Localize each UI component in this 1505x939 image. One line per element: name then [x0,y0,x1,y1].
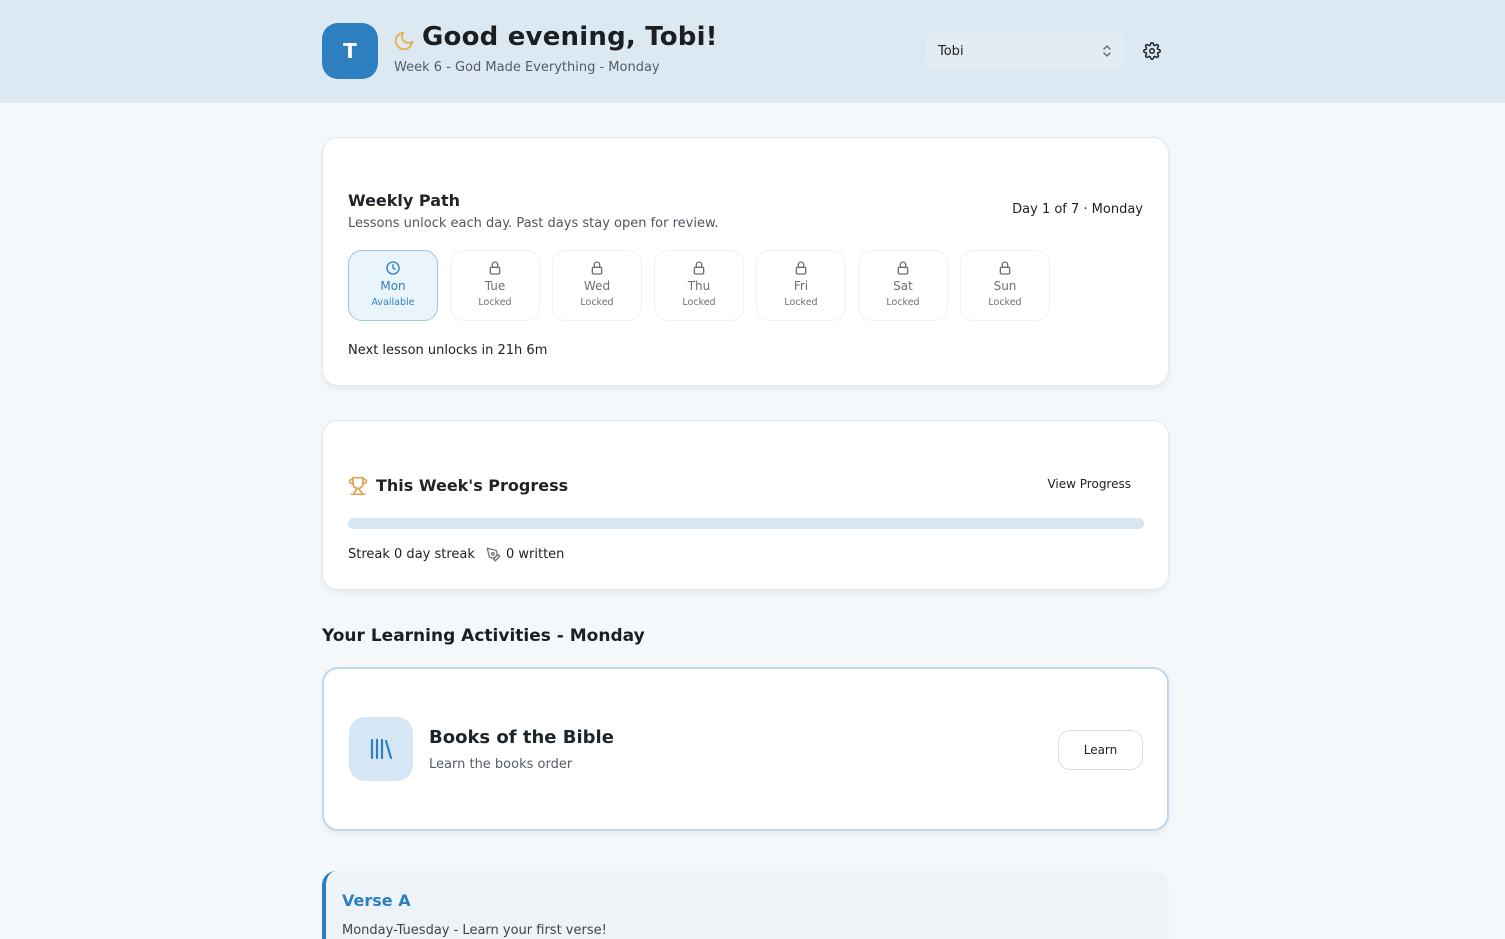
day-fri[interactable]: Fri Locked [756,250,846,321]
view-progress-button[interactable]: View Progress [1047,477,1131,491]
chevron-up-down-icon [1103,45,1111,57]
day-name: Sun [993,279,1017,293]
moon-icon [394,31,414,51]
written-count: 0 written [506,547,565,562]
lock-icon [591,261,603,275]
activity-description: Learn the books order [429,757,573,772]
greeting-title: Good evening, Tobi! [422,22,718,52]
lock-icon [693,261,705,275]
day-status: Locked [580,297,614,308]
day-status: Available [371,297,415,308]
day-name: Tue [484,279,506,293]
lock-icon [897,261,909,275]
progress-bar [348,518,1144,529]
day-sun[interactable]: Sun Locked [960,250,1050,321]
verse-title: Verse A [342,891,411,910]
clock-icon [386,261,400,275]
trophy-icon [348,476,368,496]
next-unlock-text: Next lesson unlocks in 21h 6m [348,343,548,358]
streak-text: Streak 0 day streak [348,547,475,562]
day-status: Locked [682,297,716,308]
day-status: Locked [886,297,920,308]
day-name: Wed [583,279,611,293]
user-select-value: Tobi [938,43,964,59]
day-wed[interactable]: Wed Locked [552,250,642,321]
activities-section-title: Your Learning Activities - Monday [322,626,645,646]
day-indicator: Day 1 of 7 · Monday [1012,202,1143,217]
day-list: Mon Available Tue Locked Wed Locked Thu … [348,250,1050,321]
weekly-path-card: Weekly Path Lessons unlock each day. Pas… [322,137,1169,386]
day-status: Locked [784,297,818,308]
day-mon[interactable]: Mon Available [348,250,438,321]
lock-icon [999,261,1011,275]
day-name: Thu [687,279,711,293]
lock-icon [795,261,807,275]
weekly-progress-card: This Week's Progress View Progress Strea… [322,420,1169,590]
activity-card-books[interactable]: Books of the Bible Learn the books order… [322,667,1169,831]
weekly-path-description: Lessons unlock each day. Past days stay … [348,216,719,231]
top-header: T Good evening, Tobi! Week 6 - God Made … [0,0,1505,103]
day-status: Locked [988,297,1022,308]
gear-icon[interactable] [1143,42,1161,60]
verse-card[interactable]: Verse A Monday-Tuesday - Learn your firs… [322,871,1169,939]
day-name: Fri [793,279,809,293]
weekly-path-title: Weekly Path [348,191,461,210]
pen-icon [486,547,501,562]
activity-title: Books of the Bible [429,727,614,748]
books-icon [349,717,413,781]
day-tue[interactable]: Tue Locked [450,250,540,321]
week-subtitle: Week 6 - God Made Everything - Monday [394,60,660,75]
lock-icon [489,261,501,275]
user-select[interactable]: Tobi [926,33,1124,69]
day-name: Sat [893,279,913,293]
day-status: Locked [478,297,512,308]
day-name: Mon [380,279,406,293]
progress-title: This Week's Progress [376,476,569,495]
day-sat[interactable]: Sat Locked [858,250,948,321]
verse-description: Monday-Tuesday - Learn your first verse! [342,923,607,938]
avatar[interactable]: T [322,23,378,79]
learn-button[interactable]: Learn [1058,730,1143,770]
day-thu[interactable]: Thu Locked [654,250,744,321]
